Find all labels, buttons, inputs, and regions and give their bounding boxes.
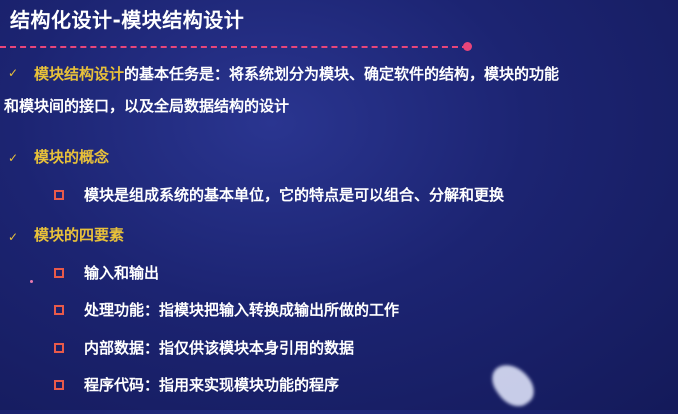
square-bullet-icon <box>54 190 64 200</box>
divider-end-dot <box>463 42 472 51</box>
point3-item: 程序代码：指用来实现模块功能的程序 <box>84 376 340 394</box>
title-divider <box>0 46 468 48</box>
square-bullet-icon <box>54 380 64 390</box>
point1-rest: 的基本任务是：将系统划分为模块、确定软件的结构，模块的功能 <box>124 65 560 83</box>
point2-heading: 模块的概念 <box>34 148 110 166</box>
point2-item: 模块是组成系统的基本单位，它的特点是可以组合、分解和更换 <box>84 186 505 204</box>
square-bullet-icon <box>54 343 64 353</box>
point3-item: 内部数据：指仅供该模块本身引用的数据 <box>84 339 355 357</box>
square-bullet-icon <box>54 268 64 278</box>
point1-highlight: 模块结构设计 <box>34 65 125 83</box>
point3-item: 处理功能：指模块把输入转换成输出所做的工作 <box>84 301 400 319</box>
point3-item: 输入和输出 <box>84 264 160 282</box>
check-mark-icon: ✓ <box>8 66 19 80</box>
pointer-cursor-icon <box>485 356 541 414</box>
slide-title: 结构化设计-模块结构设计 <box>10 8 245 32</box>
point1-line2: 和模块间的接口，以及全局数据结构的设计 <box>4 97 290 115</box>
check-mark-icon: ✓ <box>8 151 19 165</box>
stray-dot <box>30 280 33 283</box>
square-bullet-icon <box>54 305 64 315</box>
point1-line1: 模块结构设计的基本任务是：将系统划分为模块、确定软件的结构，模块的功能 <box>34 60 559 88</box>
point3-heading: 模块的四要素 <box>34 226 125 244</box>
check-mark-icon: ✓ <box>8 230 19 244</box>
